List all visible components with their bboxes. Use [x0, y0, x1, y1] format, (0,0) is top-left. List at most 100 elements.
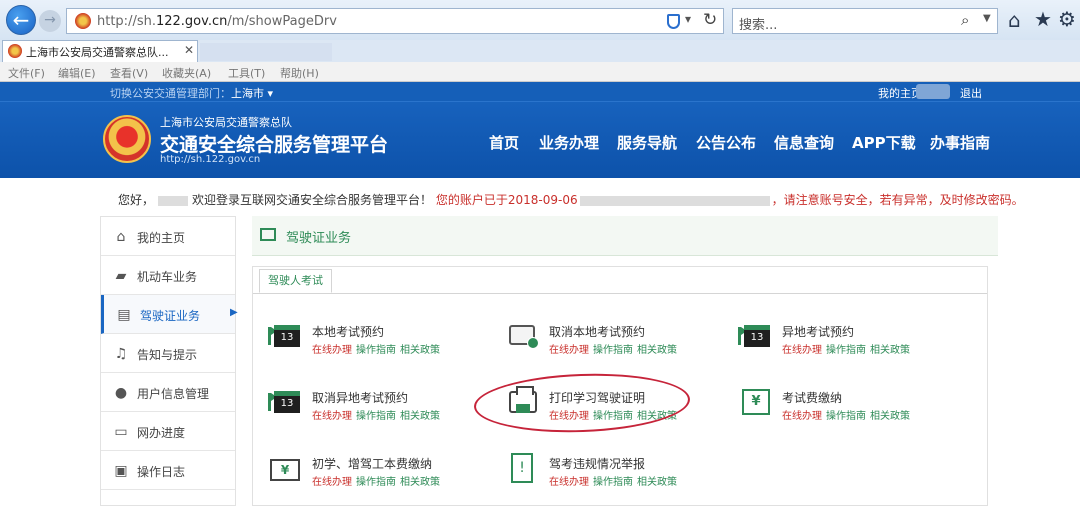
guide-link[interactable]: 操作指南 [593, 345, 633, 356]
guide-link[interactable]: 操作指南 [593, 411, 633, 422]
card-icon [505, 321, 539, 351]
tab-divider [253, 293, 987, 294]
guide-link[interactable]: 操作指南 [826, 345, 866, 356]
dept-switcher[interactable]: 切换公安交通管理部门：上海市 ▾ [110, 85, 273, 101]
nav-app-download[interactable]: APP下载 [852, 132, 916, 153]
service-print-learner-permit: 打印学习驾驶证明 在线办理 操作指南 相关政策 [505, 386, 725, 435]
service-cancel-remote-exam: 13 取消异地考试预约 在线办理 操作指南 相关政策 [268, 387, 488, 435]
welcome-bar: 您好， 欢迎登录互联网交通安全综合服务管理平台！ 您的账户已于2018-09-06… [118, 193, 1024, 207]
redacted-username [158, 195, 189, 206]
browser-tab-row: 上海市公安局交通警察总队... ✕ [0, 40, 1080, 62]
truck-icon: ▰ [115, 268, 127, 284]
back-icon[interactable]: ← [6, 5, 36, 35]
chevron-down-icon[interactable]: ▾ [685, 12, 691, 26]
menu-tools[interactable]: 工具(T) [228, 65, 265, 81]
policy-link[interactable]: 相关政策 [400, 477, 440, 488]
nav-announcements[interactable]: 公告公布 [696, 132, 756, 153]
menu-favorites[interactable]: 收藏夹(A) [162, 65, 211, 81]
guide-link[interactable]: 操作指南 [593, 477, 633, 488]
chevron-down-icon[interactable]: ▼ [983, 13, 991, 24]
fee-icon: ¥ [268, 453, 302, 483]
forward-icon[interactable]: → [39, 10, 61, 32]
sidebar-item-log[interactable]: ▣ 操作日志 [101, 451, 235, 490]
menu-file[interactable]: 文件(F) [8, 65, 45, 81]
calendar-icon: 13 [268, 321, 302, 351]
tab-driver-exam[interactable]: 驾驶人考试 [259, 269, 332, 293]
guide-link[interactable]: 操作指南 [356, 411, 396, 422]
browser-search-input[interactable]: 搜索... ⌕ ▼ [732, 8, 998, 34]
address-bar[interactable]: http://sh.122.gov.cn/m/showPageDrv ▾ ↻ [66, 8, 724, 34]
site-subtitle: 上海市公安局交通警察总队 [160, 116, 292, 129]
sidebar-item-home[interactable]: ⌂ 我的主页 [101, 217, 235, 256]
nav-home[interactable]: 首页 [489, 132, 519, 153]
policy-link[interactable]: 相关政策 [870, 411, 910, 422]
nav-business[interactable]: 业务办理 [539, 132, 599, 153]
policy-link[interactable]: 相关政策 [870, 345, 910, 356]
close-icon[interactable]: ✕ [184, 43, 194, 57]
site-header: 切换公安交通管理部门：上海市 ▾ 我的主页 退出 上海市公安局交通警察总队 交通… [0, 82, 1080, 178]
menu-help[interactable]: 帮助(H) [280, 65, 319, 81]
url-text[interactable]: http://sh.122.gov.cn/m/showPageDrv [97, 14, 337, 29]
site-favicon-icon [8, 44, 22, 58]
gear-icon[interactable]: ⚙ [1058, 7, 1076, 31]
nav-service-guide[interactable]: 服务导航 [617, 132, 677, 153]
sidebar-item-vehicle[interactable]: ▰ 机动车业务 [101, 256, 235, 295]
site-url: http://sh.122.gov.cn [160, 154, 261, 165]
browser-chrome: ← → http://sh.122.gov.cn/m/showPageDrv ▾… [0, 0, 1080, 82]
policy-link[interactable]: 相关政策 [400, 345, 440, 356]
service-remote-exam-booking: 13 异地考试预约 在线办理 操作指南 相关政策 [738, 321, 958, 369]
service-cancel-local-exam: 取消本地考试预约 在线办理 操作指南 相关政策 [505, 321, 725, 369]
nav-guide[interactable]: 办事指南 [930, 132, 990, 153]
sidebar-item-progress[interactable]: ▭ 网办进度 [101, 412, 235, 451]
sidebar: ⌂ 我的主页 ▰ 机动车业务 ▤ 驾驶证业务 ▶ ♫ 告知与提示 ● 用户信息管… [100, 216, 238, 506]
service-exam-violation-report: ! 驾考违规情况举报 在线办理 操作指南 相关政策 [505, 453, 725, 501]
menu-view[interactable]: 查看(V) [110, 65, 148, 81]
online-handle-link[interactable]: 在线办理 [312, 477, 352, 488]
policy-link[interactable]: 相关政策 [637, 477, 677, 488]
policy-link[interactable]: 相关政策 [400, 411, 440, 422]
sidebar-item-notices[interactable]: ♫ 告知与提示 [101, 334, 235, 373]
service-exam-fee: ¥ 考试费缴纳 在线办理 操作指南 相关政策 [738, 387, 958, 435]
browser-tab-blurred[interactable] [200, 43, 332, 61]
browser-nav-row: ← → http://sh.122.gov.cn/m/showPageDrv ▾… [0, 0, 1080, 40]
online-handle-link[interactable]: 在线办理 [782, 345, 822, 356]
service-production-fee: ¥ 初学、增驾工本费缴纳 在线办理 操作指南 相关政策 [268, 453, 488, 501]
nav-info-query[interactable]: 信息查询 [774, 132, 834, 153]
site-topbar: 切换公安交通管理部门：上海市 ▾ 我的主页 退出 [0, 82, 1080, 102]
online-handle-link[interactable]: 在线办理 [312, 345, 352, 356]
sidebar-item-user-info[interactable]: ● 用户信息管理 [101, 373, 235, 412]
calendar-icon: 13 [268, 387, 302, 417]
online-handle-link[interactable]: 在线办理 [782, 411, 822, 422]
section-header: 驾驶证业务 [252, 216, 998, 256]
sidebar-item-license[interactable]: ▤ 驾驶证业务 ▶ [101, 295, 238, 334]
chevron-right-icon: ▶ [230, 307, 238, 318]
policy-link[interactable]: 相关政策 [637, 411, 677, 422]
star-icon[interactable]: ★ [1034, 7, 1052, 31]
site-title[interactable]: 交通安全综合服务管理平台 [160, 130, 388, 157]
policy-link[interactable]: 相关政策 [637, 345, 677, 356]
home-icon[interactable]: ⌂ [1008, 8, 1021, 32]
site-favicon-icon [75, 13, 91, 29]
calendar-icon: 13 [738, 321, 772, 351]
service-local-exam-booking: 13 本地考试预约 在线办理 操作指南 相关政策 [268, 321, 488, 369]
guide-link[interactable]: 操作指南 [356, 345, 396, 356]
guide-link[interactable]: 操作指南 [826, 411, 866, 422]
online-handle-link[interactable]: 在线办理 [549, 477, 589, 488]
progress-icon: ▭ [114, 424, 128, 440]
user-icon: ● [114, 385, 128, 401]
shield-icon[interactable] [667, 14, 680, 29]
browser-tab[interactable]: 上海市公安局交通警察总队... ✕ [2, 40, 198, 62]
redacted-login-info [579, 195, 770, 206]
logout-link[interactable]: 退出 [960, 85, 982, 101]
menu-edit[interactable]: 编辑(E) [58, 65, 96, 81]
browser-menu-bar: 文件(F) 编辑(E) 查看(V) 收藏夹(A) 工具(T) 帮助(H) [0, 62, 1080, 82]
online-handle-link[interactable]: 在线办理 [549, 411, 589, 422]
guide-link[interactable]: 操作指南 [356, 477, 396, 488]
refresh-icon[interactable]: ↻ [703, 10, 717, 30]
online-handle-link[interactable]: 在线办理 [312, 411, 352, 422]
log-icon: ▣ [114, 463, 128, 479]
online-handle-link[interactable]: 在线办理 [549, 345, 589, 356]
search-icon[interactable]: ⌕ [961, 11, 969, 29]
bell-icon: ♫ [114, 346, 128, 362]
police-emblem-icon [103, 115, 151, 163]
